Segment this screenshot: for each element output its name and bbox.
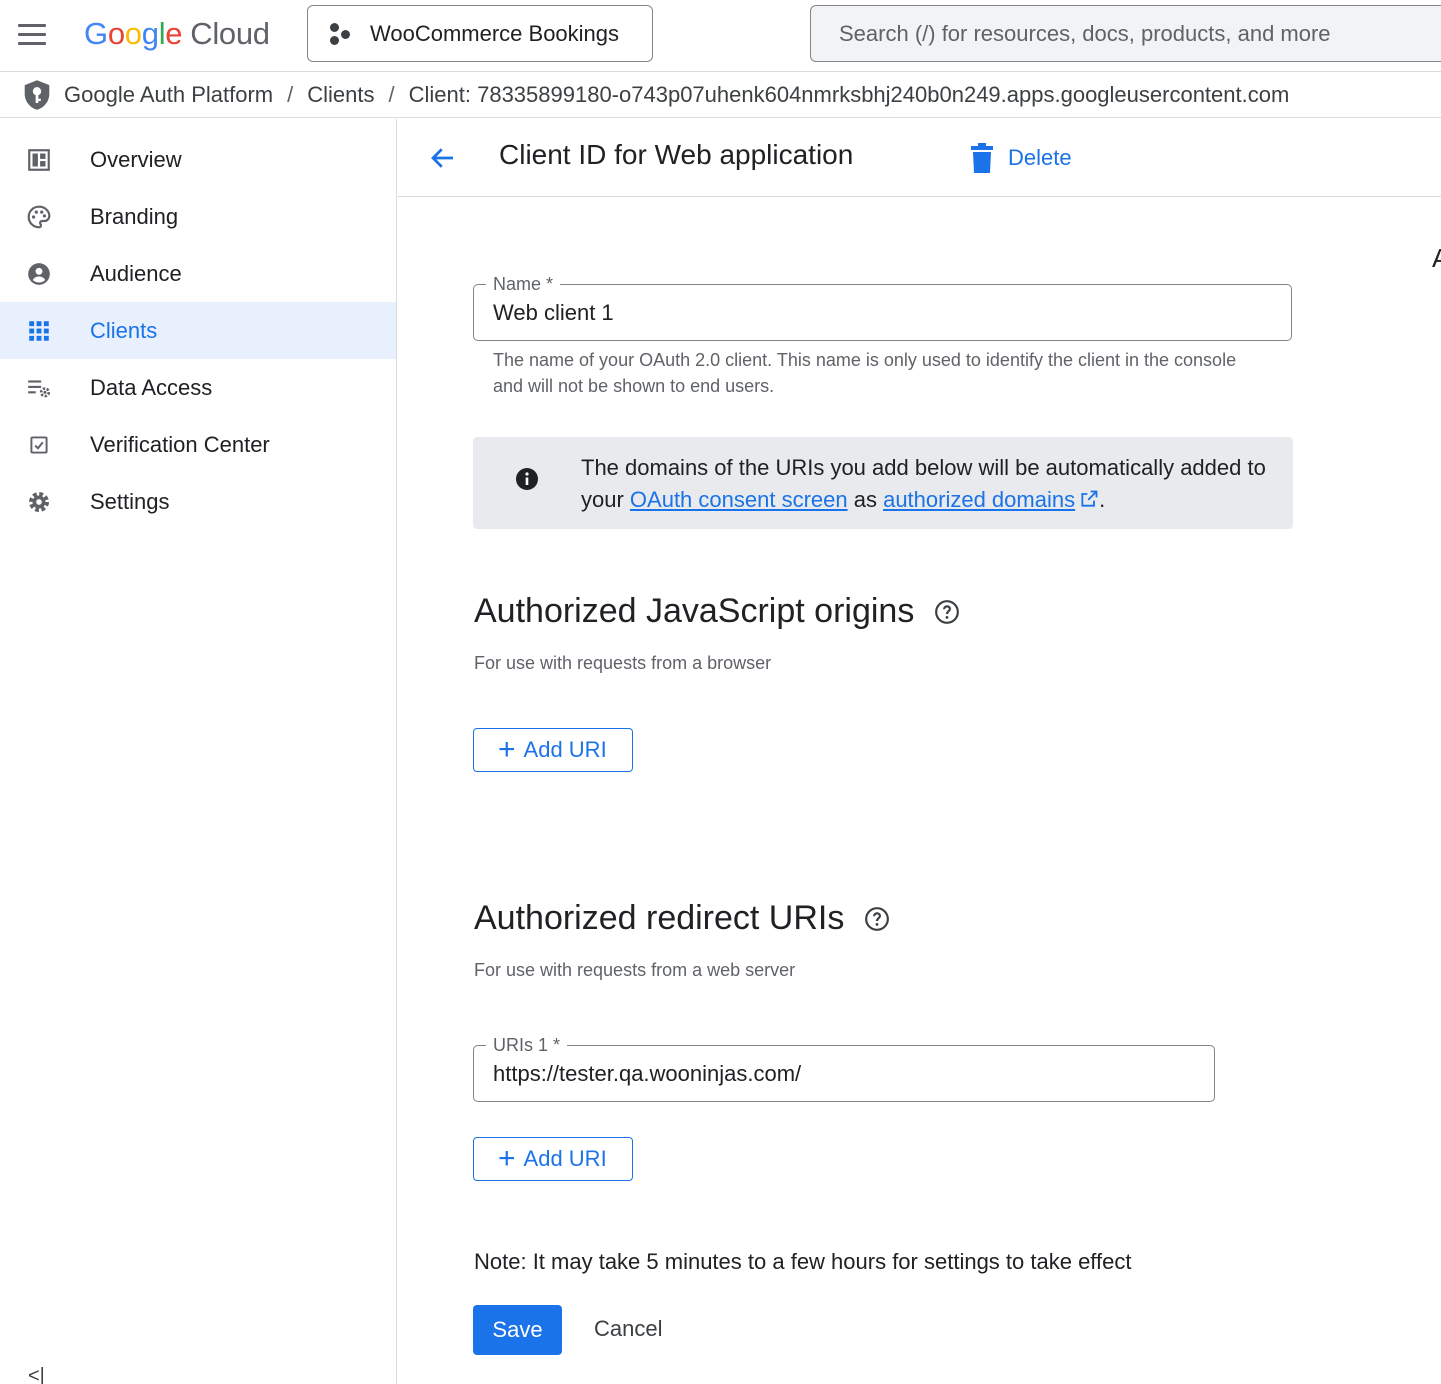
project-icon	[328, 22, 354, 46]
sidebar-item-label: Data Access	[90, 374, 213, 400]
sidebar-item-settings[interactable]: Settings	[0, 473, 396, 530]
sidebar-item-audience[interactable]: Audience	[0, 245, 396, 302]
plus-icon: +	[498, 1142, 516, 1175]
redirect-uris-heading: Authorized redirect URIs	[474, 899, 890, 938]
sidebar-item-overview[interactable]: Overview	[0, 131, 396, 188]
sidebar-item-label: Branding	[90, 203, 179, 229]
apps-grid-icon	[29, 321, 49, 341]
gear-icon	[28, 491, 50, 513]
checkbox-icon	[30, 436, 48, 454]
delete-button[interactable]: Delete	[970, 139, 1072, 177]
save-button[interactable]: Save	[473, 1305, 562, 1355]
name-hint: The name of your OAuth 2.0 client. This …	[493, 350, 1237, 396]
list-settings-icon	[28, 380, 51, 398]
redirect-uri-field[interactable]: URIs 1 *	[473, 1033, 1215, 1102]
search-input[interactable]	[839, 20, 1441, 47]
sidebar-item-verification-center[interactable]: Verification Center	[0, 416, 396, 473]
info-banner: The domains of the URIs you add below wi…	[473, 437, 1293, 529]
sidebar-item-label: Overview	[90, 146, 182, 172]
sidebar-item-label: Clients	[90, 317, 158, 343]
info-text: The domains of the URIs you add below wi…	[581, 455, 1266, 512]
google-cloud-logo[interactable]: Google Cloud	[84, 12, 270, 56]
external-link-icon[interactable]	[1079, 489, 1099, 509]
project-picker-button[interactable]: WooCommerce Bookings	[307, 5, 653, 62]
redirect-uris-subtitle: For use with requests from a web server	[474, 960, 796, 980]
breadcrumb-separator: /	[287, 82, 294, 107]
sidebar: Overview Branding Audience Clients Data …	[0, 119, 397, 1384]
back-arrow-icon[interactable]	[428, 143, 458, 173]
breadcrumb-clients[interactable]: Clients	[307, 82, 374, 108]
sidebar-item-branding[interactable]: Branding	[0, 188, 396, 245]
search-bar[interactable]	[810, 5, 1441, 62]
sidebar-item-data-access[interactable]: Data Access	[0, 359, 396, 416]
oauth-consent-screen-link[interactable]: OAuth consent screen	[630, 487, 848, 512]
cancel-button[interactable]: Cancel	[594, 1316, 662, 1342]
authorized-domains-link[interactable]: authorized domains	[883, 487, 1075, 512]
sidebar-item-label: Verification Center	[90, 431, 270, 457]
delete-label: Delete	[1008, 145, 1072, 170]
plus-icon: +	[498, 733, 516, 766]
breadcrumb-separator: /	[388, 82, 395, 107]
sidebar-item-label: Audience	[90, 260, 182, 286]
help-icon[interactable]	[934, 599, 960, 625]
sidebar-item-clients[interactable]: Clients	[0, 302, 396, 359]
name-field[interactable]: Name *	[473, 272, 1292, 341]
account-circle-icon	[28, 263, 50, 285]
dashboard-icon	[28, 149, 50, 171]
help-icon[interactable]	[864, 906, 890, 932]
breadcrumb: Google Auth Platform / Clients / Client:…	[0, 73, 1441, 118]
page-title: Client ID for Web application	[499, 139, 854, 170]
shield-key-icon	[24, 80, 50, 110]
top-bar: Google Cloud WooCommerce Bookings	[0, 0, 1441, 72]
project-name: WooCommerce Bookings	[370, 20, 620, 46]
js-origins-subtitle: For use with requests from a browser	[474, 653, 772, 673]
redirect-uri-input[interactable]	[493, 1046, 1203, 1101]
palette-icon	[27, 205, 51, 229]
name-input[interactable]	[493, 285, 1280, 340]
collapse-sidebar-button[interactable]: <|	[28, 1365, 45, 1384]
page-header: Client ID for Web application Delete	[398, 119, 1441, 197]
breadcrumb-auth-platform[interactable]: Google Auth Platform	[64, 82, 273, 108]
settings-note: Note: It may take 5 minutes to a few hou…	[474, 1249, 1132, 1274]
info-icon	[516, 468, 538, 490]
add-redirect-uri-button[interactable]: + Add URI	[473, 1137, 633, 1181]
sidebar-item-label: Settings	[90, 488, 170, 514]
trash-icon	[971, 143, 993, 173]
js-origins-heading: Authorized JavaScript origins	[474, 592, 960, 631]
clipped-text: A	[1432, 243, 1441, 273]
menu-icon[interactable]	[16, 22, 48, 48]
add-js-origin-button[interactable]: + Add URI	[473, 728, 633, 772]
breadcrumb-client-id: Client: 78335899180-o743p07uhenk604nmrks…	[408, 82, 1290, 107]
